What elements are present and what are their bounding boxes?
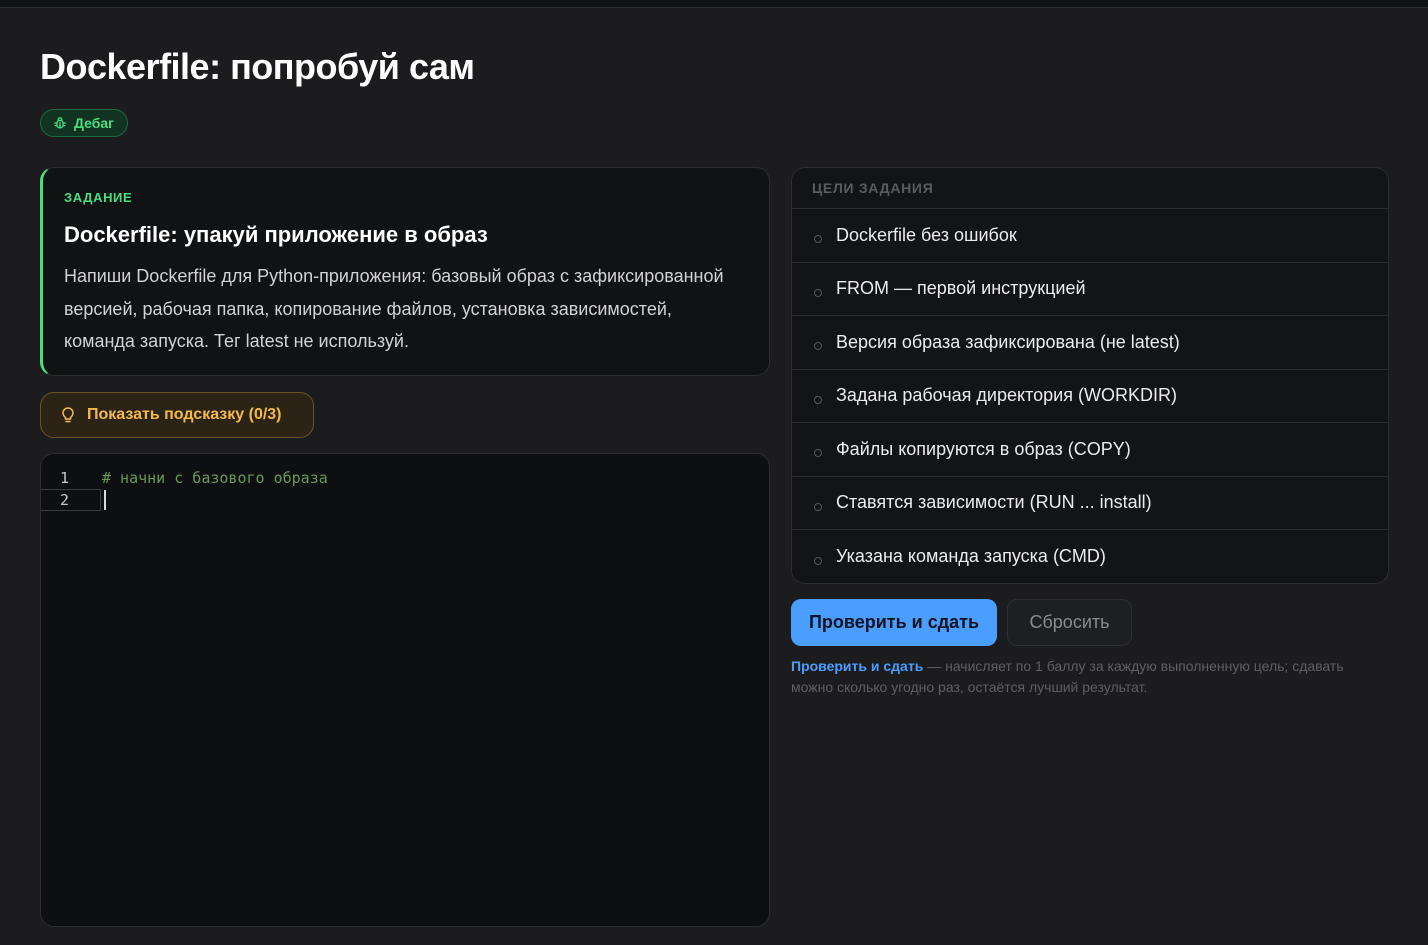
goal-item: Файлы копируются в образ (COPY) <box>792 423 1388 477</box>
goal-item: Версия образа зафиксирована (не latest) <box>792 316 1388 370</box>
editor-line[interactable]: 1 # начни с базового образа <box>41 467 769 489</box>
goal-item: FROM — первой инструкцией <box>792 263 1388 316</box>
goal-status-icon <box>814 342 822 351</box>
goals-panel: ЦЕЛИ ЗАДАНИЯ Dockerfile без ошибок FROM … <box>791 167 1389 584</box>
goal-item: Задана рабочая директория (WORKDIR) <box>792 370 1388 423</box>
code-comment: # начни с базового образа <box>102 469 328 487</box>
page: Dockerfile: попробуй сам Дебаг ЗАДАНИЕ D… <box>0 8 1428 945</box>
goal-status-icon <box>814 395 822 404</box>
line-number: 1 <box>60 469 70 487</box>
task-title: Dockerfile: упакуй приложение в образ <box>64 222 488 247</box>
goals-header: ЦЕЛИ ЗАДАНИЯ <box>792 168 1388 209</box>
task-description: Напиши Dockerfile для Python-приложения:… <box>64 266 724 351</box>
task-label: ЗАДАНИЕ <box>64 190 133 205</box>
debug-badge: Дебаг <box>40 109 129 137</box>
show-hint-button[interactable]: Показать подсказку (0/3) <box>40 392 314 438</box>
scoring-note-strong: Проверить и сдать <box>791 658 924 674</box>
goal-status-icon <box>814 449 822 458</box>
goal-label: Ставятся зависимости (RUN ... install) <box>836 492 1152 513</box>
editor-line-active[interactable]: 2 <box>41 489 769 511</box>
goal-label: FROM — первой инструкцией <box>836 278 1086 299</box>
reset-button[interactable]: Сбросить <box>1007 599 1132 646</box>
goal-item: Dockerfile без ошибок <box>792 209 1388 263</box>
page-title: Dockerfile: попробуй сам <box>40 46 475 87</box>
goal-status-icon <box>814 235 822 244</box>
goal-label: Указана команда запуска (CMD) <box>836 546 1106 567</box>
bug-icon <box>53 116 67 130</box>
hint-label: Показать подсказку (0/3) <box>87 406 282 423</box>
goal-label: Dockerfile без ошибок <box>836 224 1017 245</box>
goal-status-icon <box>814 502 822 511</box>
line-number: 2 <box>41 489 101 511</box>
submit-button[interactable]: Проверить и сдать <box>791 599 997 646</box>
code-editor[interactable]: 1 # начни с базового образа 2 <box>40 453 770 927</box>
badge-label: Дебаг <box>74 115 115 131</box>
goal-item: Ставятся зависимости (RUN ... install) <box>792 477 1388 530</box>
scoring-note: Проверить и сдать — начисляет по 1 баллу… <box>791 656 1371 698</box>
goal-status-icon <box>814 556 822 565</box>
top-bar <box>0 0 1428 8</box>
goal-label: Версия образа зафиксирована (не latest) <box>836 331 1180 352</box>
lightbulb-icon <box>61 406 75 424</box>
goal-item: Указана команда запуска (CMD) <box>792 530 1388 583</box>
goal-status-icon <box>814 288 822 297</box>
goal-label: Файлы копируются в образ (COPY) <box>836 438 1131 459</box>
goal-label: Задана рабочая директория (WORKDIR) <box>836 385 1177 406</box>
task-card: ЗАДАНИЕ Dockerfile: упакуй приложение в … <box>40 167 770 376</box>
text-cursor <box>104 490 106 510</box>
